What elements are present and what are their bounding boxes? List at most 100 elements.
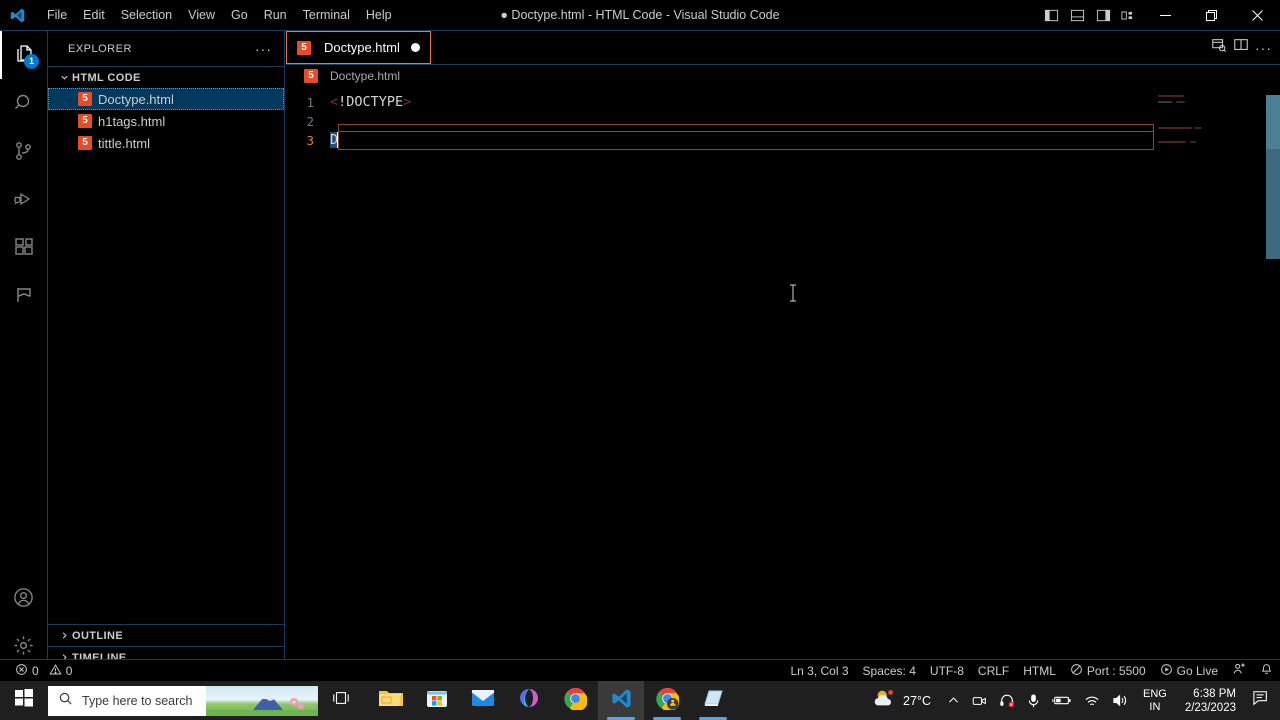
search-input[interactable]: Type here to search (48, 685, 318, 716)
close-button[interactable] (1234, 0, 1280, 31)
language-line-1: ENG (1142, 687, 1167, 700)
editor-actions: ··· (1211, 31, 1280, 64)
toggle-secondary-sidebar-icon[interactable] (1090, 0, 1116, 31)
tab-bar-filler (431, 31, 1211, 64)
taskbar-chrome[interactable] (552, 681, 598, 720)
tray-microphone[interactable] (1021, 681, 1046, 720)
menu-run[interactable]: Run (256, 3, 295, 27)
code-lines: 1 <!DOCTYPE> 2 3 D (286, 93, 1280, 150)
task-view-button[interactable] (318, 681, 364, 720)
activity-source-control[interactable] (0, 127, 47, 175)
tray-camera[interactable] (966, 681, 993, 720)
html5-file-icon: 5 (78, 114, 92, 128)
taskbar-microsoft-365[interactable] (506, 681, 552, 720)
editor-vertical-scrollbar[interactable] (1266, 87, 1280, 669)
mouse-text-cursor-icon (789, 284, 797, 302)
status-eol[interactable]: CRLF (971, 660, 1016, 682)
folder-section-html-code[interactable]: HTML CODE (48, 66, 284, 88)
taskbar-mail[interactable] (460, 681, 506, 720)
activity-explorer[interactable]: 1 (0, 31, 47, 79)
activity-run-debug[interactable] (0, 175, 47, 223)
menu-help[interactable]: Help (358, 3, 400, 27)
status-notifications[interactable] (1253, 660, 1280, 682)
scrollbar-thumb[interactable] (1266, 95, 1280, 149)
chevron-right-icon (56, 630, 72, 641)
status-cursor-position[interactable]: Ln 3, Col 3 (783, 660, 855, 682)
activity-accounts[interactable] (0, 573, 47, 621)
status-live-server-port[interactable]: Port : 5500 (1063, 660, 1153, 682)
title-bar-right (1038, 0, 1280, 31)
html5-file-icon: 5 (304, 69, 318, 83)
search-box-illustration (206, 685, 318, 716)
warning-icon (49, 663, 62, 679)
menu-edit[interactable]: Edit (75, 3, 113, 27)
status-feedback[interactable] (1225, 660, 1253, 682)
menu-go[interactable]: Go (223, 3, 256, 27)
panel-outline[interactable]: OUTLINE (48, 625, 284, 647)
more-actions-icon[interactable]: ··· (1255, 41, 1272, 55)
tray-network[interactable] (1078, 681, 1106, 720)
menu-terminal[interactable]: Terminal (295, 3, 358, 27)
tray-battery[interactable] (1046, 681, 1078, 720)
tab-dirty-indicator[interactable] (410, 43, 420, 52)
token-bracket-close: > (403, 94, 412, 110)
toggle-primary-sidebar-icon[interactable] (1038, 0, 1064, 31)
start-button[interactable] (0, 681, 48, 720)
menu-selection[interactable]: Selection (113, 3, 180, 27)
file-item-tittle-html[interactable]: 5 tittle.html (48, 132, 284, 154)
code-line-1: 1 <!DOCTYPE> (286, 93, 1280, 112)
file-item-h1tags-html[interactable]: 5 h1tags.html (48, 110, 284, 132)
no-entry-icon (1070, 663, 1083, 679)
breadcrumb: 5 Doctype.html (286, 65, 1280, 87)
status-encoding[interactable]: UTF-8 (923, 660, 971, 682)
error-count: 0 (32, 663, 39, 678)
menu-file[interactable]: File (39, 3, 75, 27)
tab-doctype-html[interactable]: 5 Doctype.html (286, 31, 431, 64)
taskbar-file-explorer[interactable] (368, 681, 414, 720)
split-editor-icon[interactable] (1233, 37, 1249, 58)
menu-view[interactable]: View (180, 3, 223, 27)
tray-language[interactable]: ENG IN (1135, 688, 1175, 714)
status-indentation[interactable]: Spaces: 4 (856, 660, 923, 682)
show-hidden-icons[interactable] (941, 681, 966, 720)
minimize-button[interactable] (1142, 0, 1188, 31)
minimap[interactable] (1154, 87, 1266, 669)
customize-layout-icon[interactable] (1116, 0, 1142, 31)
activity-remote[interactable] (0, 271, 47, 319)
sidebar-more-actions-icon[interactable]: ··· (255, 42, 272, 56)
file-item-doctype-html[interactable]: 5 Doctype.html (48, 88, 284, 110)
taskbar-visual-studio-code[interactable] (598, 681, 644, 720)
title-bar: File Edit Selection View Go Run Terminal… (0, 0, 1280, 31)
chevron-down-icon (56, 72, 72, 83)
tray-volume[interactable] (1106, 681, 1135, 720)
line-content-3: D (330, 131, 340, 150)
windows-taskbar: Type here to search 27°C ENG IN 6:38 PM … (0, 681, 1280, 720)
tray-clock[interactable]: 6:38 PM 2/23/2023 (1175, 687, 1246, 715)
open-preview-icon[interactable] (1211, 37, 1227, 58)
tray-headset[interactable] (993, 681, 1021, 720)
status-errors[interactable]: 0 0 (8, 660, 79, 682)
tray-weather[interactable]: 27°C (867, 688, 941, 713)
explorer-badge: 1 (24, 54, 39, 69)
file-label: Doctype.html (98, 91, 174, 107)
taskbar-chrome-window[interactable] (644, 681, 690, 720)
code-editor[interactable]: 1 <!DOCTYPE> 2 3 D (286, 87, 1280, 669)
sidebar-title-bar: EXPLORER ··· (48, 31, 284, 66)
html5-file-icon: 5 (78, 136, 92, 150)
windows-logo-icon (15, 689, 33, 712)
status-language-mode[interactable]: HTML (1016, 660, 1063, 682)
taskbar-microsoft-store[interactable] (414, 681, 460, 720)
scrollbar-thumb-secondary[interactable] (1266, 149, 1280, 259)
activity-search[interactable] (0, 79, 47, 127)
taskbar-snipping-tool[interactable] (690, 681, 736, 720)
breadcrumb-label[interactable]: Doctype.html (330, 69, 400, 83)
html5-file-icon: 5 (297, 40, 311, 55)
toggle-panel-icon[interactable] (1064, 0, 1090, 31)
activity-bar: 1 (0, 31, 48, 669)
activity-extensions[interactable] (0, 223, 47, 271)
warning-count: 0 (65, 663, 73, 678)
search-icon (12, 91, 36, 115)
action-center-button[interactable] (1246, 681, 1276, 720)
maximize-button[interactable] (1188, 0, 1234, 31)
status-go-live[interactable]: Go Live (1153, 660, 1225, 682)
